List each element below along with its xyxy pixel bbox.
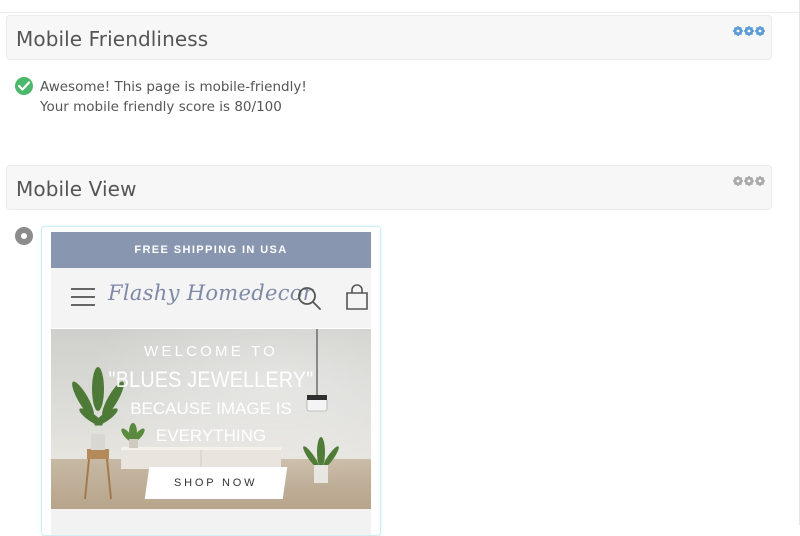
mobile-preview-screenshot: FREE SHIPPING IN USA Flashy Homedecor WE…: [51, 232, 371, 535]
mobile-preview-frame: FREE SHIPPING IN USA Flashy Homedecor WE…: [41, 226, 381, 536]
loading-gears: [733, 176, 765, 186]
result-score: Your mobile friendly score is 80/100: [40, 99, 282, 115]
section-title: Mobile View: [16, 177, 137, 201]
mobile-view-header[interactable]: Mobile View: [6, 165, 772, 210]
gear-icon: [744, 26, 754, 36]
top-divider: [0, 0, 800, 13]
result-message: Awesome! This page is mobile-friendly!: [40, 79, 307, 95]
site-header: Flashy Homedecor: [51, 268, 371, 328]
gear-icon: [733, 26, 743, 36]
gear-icon: [755, 26, 765, 36]
hero-welcome-text: WELCOME TO: [144, 343, 278, 360]
gear-icon: [733, 176, 743, 186]
shop-now-label: SHOP NOW: [174, 477, 258, 489]
mobile-friendliness-header[interactable]: Mobile Friendliness: [6, 15, 772, 60]
announcement-bar: FREE SHIPPING IN USA: [51, 232, 371, 268]
hero-banner: WELCOME TO "BLUES JEWELLERY" BECAUSE IMA…: [51, 329, 371, 509]
preview-radio[interactable]: [15, 227, 33, 245]
section-title: Mobile Friendliness: [16, 27, 209, 51]
loading-gears: [733, 26, 765, 36]
search-icon: [298, 287, 321, 310]
site-logo: Flashy Homedecor: [108, 281, 314, 305]
shop-now-button: SHOP NOW: [144, 467, 288, 499]
hero-brand-text: "BLUES JEWELLERY": [108, 367, 314, 392]
below-hero-strip: [51, 509, 371, 535]
gear-icon: [744, 176, 754, 186]
gear-icon: [755, 176, 765, 186]
check-circle-icon: [15, 77, 33, 95]
shopping-bag-icon: [346, 284, 368, 310]
menu-icon: [71, 288, 95, 306]
hero-tagline-2: EVERYTHING: [155, 426, 267, 445]
hero-tagline-1: BECAUSE IMAGE IS: [130, 399, 292, 418]
